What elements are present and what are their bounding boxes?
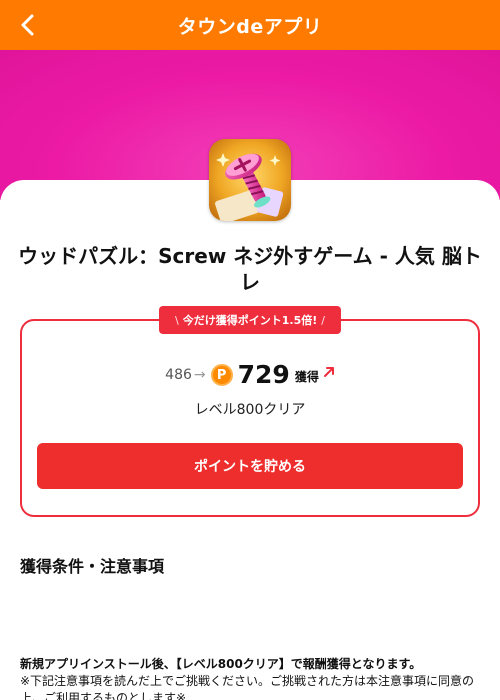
screw-app-icon: [209, 139, 291, 221]
earn-points-button[interactable]: ポイントを貯める: [37, 443, 463, 489]
section-heading: 獲得条件・注意事項: [20, 557, 165, 576]
app-title: ウッドパズル：Screw ネジ外すゲーム - 人気 脳トレ: [18, 244, 482, 294]
promo-badge: \ 今だけ獲得ポイント1.5倍! /: [159, 306, 341, 334]
new-points: 729: [237, 360, 290, 389]
point-coin-icon: P: [210, 364, 233, 386]
reward-condition: レベル800クリア: [194, 402, 306, 418]
notes-text: 新規アプリインストール後、【レベル800クリア】で報酬獲得となります。 ※下記注…: [20, 656, 490, 700]
arrow-right-icon: →: [193, 367, 206, 383]
old-points: 486: [165, 367, 192, 383]
points-row: 486 → P 729 獲得: [0, 360, 500, 392]
back-button[interactable]: [14, 10, 44, 40]
page-title: タウンdeアプリ: [177, 15, 323, 38]
chevron-left-icon: [21, 14, 34, 36]
promo-left-mark: \: [175, 313, 179, 327]
top-app-bar: タウンdeアプリ: [0, 0, 500, 50]
note-line-2: ※下記注意事項を読んだ上でご挑戦ください。ご挑戦された方は本注意事項に同意の上、…: [20, 674, 475, 700]
promo-right-mark: /: [321, 313, 325, 327]
note-line-1: 新規アプリインストール後、【レベル800クリア】で報酬獲得となります。: [20, 657, 422, 671]
promo-text: 今だけ獲得ポイント1.5倍!: [182, 314, 318, 327]
earn-label: 獲得: [294, 370, 319, 384]
arrow-up-right-icon: [323, 367, 334, 377]
